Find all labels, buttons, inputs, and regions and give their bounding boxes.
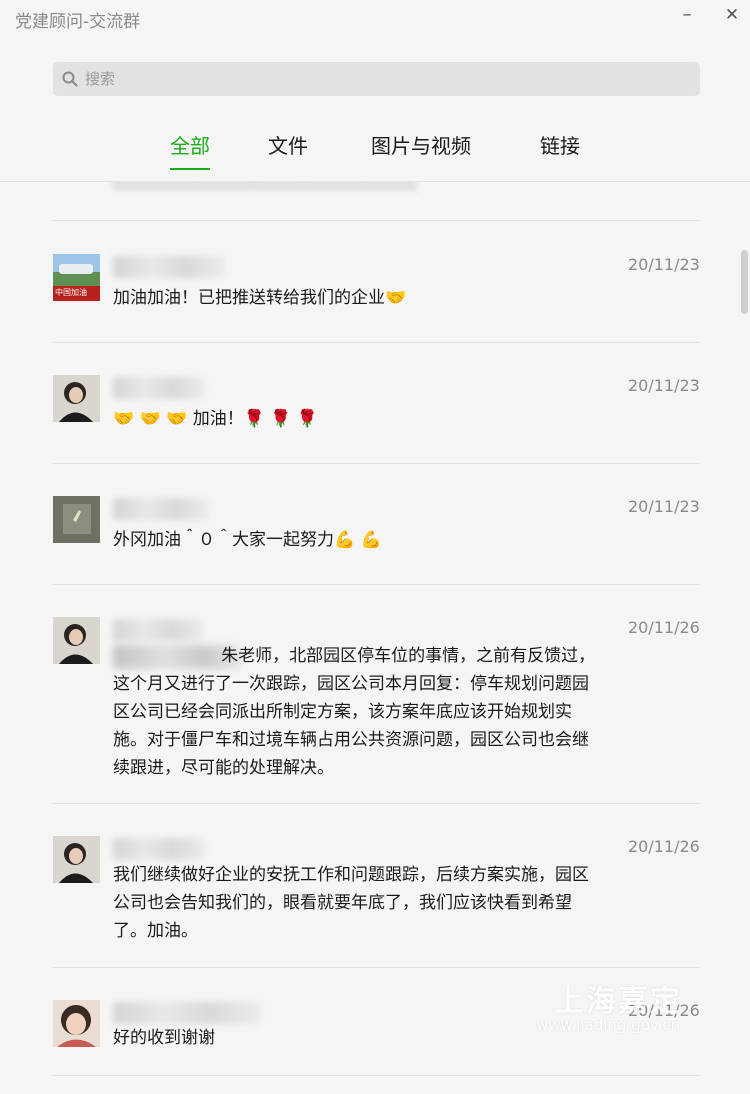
- divider: [53, 584, 700, 585]
- message-text: 加油加油！已把推送转给我们的企业🤝: [113, 288, 407, 308]
- divider: [53, 803, 700, 804]
- list-item[interactable]: 20/11/26 我们继续做好企业的安抚工作和问题跟踪，后续方案实施，园区公司也…: [0, 836, 750, 956]
- avatar: [53, 836, 100, 883]
- divider: [53, 1075, 700, 1076]
- message-date: 20/11/26: [628, 618, 700, 637]
- avatar: [53, 496, 100, 543]
- message-list[interactable]: ░░░░░░░░░░░░░░░░░░░░░░ 中国加油 20/11/23 加油加…: [0, 182, 750, 1094]
- watermark-url: www.jiading.gov.cn: [536, 1016, 681, 1034]
- watermark: 上海嘉定 www.jiading.gov.cn: [534, 976, 704, 1040]
- message-text: 🤝 🤝 🤝 加油！🌹 🌹 🌹: [113, 409, 319, 429]
- message-date: 20/11/23: [628, 497, 700, 516]
- sender-name: [113, 256, 225, 278]
- list-item[interactable]: 20/11/26 朱老师，北部园区停车位的事情，之前有反馈过，这个月又进行了一次…: [0, 617, 750, 787]
- tab-all[interactable]: 全部: [170, 130, 210, 170]
- divider: [53, 463, 700, 464]
- message-text: 我们继续做好企业的安抚工作和问题跟踪，后续方案实施，园区公司也会告知我们的，眼看…: [113, 865, 589, 941]
- avatar-caption: 中国加油: [55, 288, 87, 297]
- sender-name: [113, 498, 209, 520]
- tab-links[interactable]: 链接: [540, 130, 580, 166]
- tab-files[interactable]: 文件: [268, 130, 308, 166]
- search-icon: [62, 71, 78, 87]
- message-date: 20/11/23: [628, 376, 700, 395]
- search-input[interactable]: [85, 62, 685, 96]
- list-item[interactable]: 中国加油 20/11/23 加油加油！已把推送转给我们的企业🤝: [0, 254, 750, 344]
- sender-name: [113, 377, 205, 399]
- minimize-button[interactable]: –: [673, 2, 701, 30]
- window-title: 党建顾问-交流群: [15, 12, 141, 32]
- avatar: [53, 375, 100, 422]
- watermark-main: 上海嘉定: [554, 984, 682, 1019]
- close-button[interactable]: ✕: [718, 2, 746, 30]
- divider: [53, 342, 700, 343]
- list-item[interactable]: 20/11/23 🤝 🤝 🤝 加油！🌹 🌹 🌹: [0, 375, 750, 465]
- avatar: [53, 617, 100, 664]
- title-bar: 党建顾问-交流群 – ✕: [0, 0, 750, 36]
- sender-name: [113, 838, 205, 860]
- message-text: 好的收到谢谢: [113, 1028, 215, 1048]
- divider: [53, 967, 700, 968]
- message-date: 20/11/26: [628, 837, 700, 856]
- avatar: [53, 1000, 100, 1047]
- divider: [53, 220, 700, 221]
- message-text: 外冈加油＾０＾大家一起努力💪 💪: [113, 530, 382, 550]
- message-text: 朱老师，北部园区停车位的事情，之前有反馈过，这个月又进行了一次跟踪，园区公司本月…: [113, 646, 596, 778]
- sender-name: [113, 619, 203, 641]
- previous-message-tail: ░░░░░░░░░░░░░░░░░░░░░░: [113, 182, 418, 191]
- scrollbar[interactable]: [741, 250, 748, 314]
- tab-images-videos[interactable]: 图片与视频: [371, 130, 471, 166]
- sender-name: [113, 1002, 261, 1024]
- avatar: 中国加油: [53, 254, 100, 301]
- list-item[interactable]: 20/11/23 外冈加油＾０＾大家一起努力💪 💪: [0, 496, 750, 586]
- message-date: 20/11/23: [628, 255, 700, 274]
- search-box[interactable]: [53, 62, 700, 96]
